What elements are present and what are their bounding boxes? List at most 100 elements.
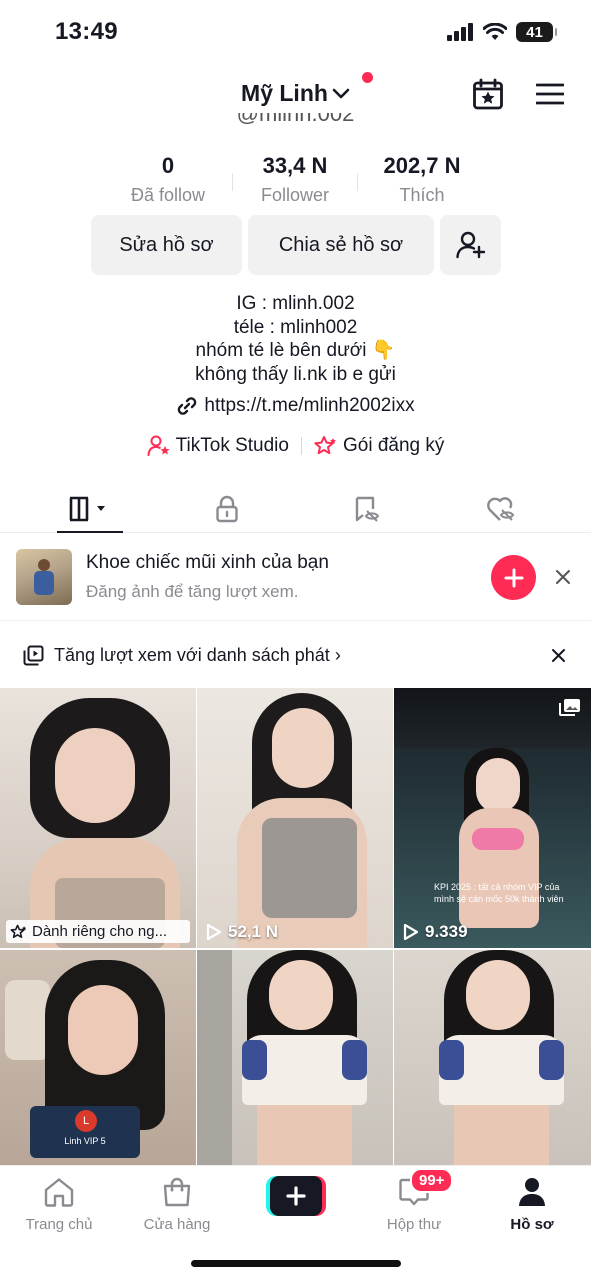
chat-avatar: L (75, 1110, 97, 1132)
hamburger-menu-icon (535, 83, 565, 105)
chat-name: Linh VIP 5 (64, 1136, 106, 1146)
playlist-text: Tăng lượt xem với danh sách phát › (54, 644, 341, 665)
wifi-icon (483, 23, 507, 40)
video-figure (272, 708, 334, 788)
video-thumbnail[interactable]: L Linh VIP 5 (0, 950, 196, 1166)
video-figure (476, 758, 520, 813)
home-icon (44, 1178, 74, 1207)
calendar-star-icon (473, 78, 503, 110)
video-figure (257, 1105, 352, 1166)
bookmark-hidden-icon (355, 496, 380, 522)
subscription-star-icon (10, 924, 27, 938)
shopping-bag-icon (163, 1177, 191, 1207)
tab-reposts[interactable] (317, 485, 417, 533)
exclusive-label: Dành riêng cho ng... (6, 920, 190, 943)
video-figure (454, 1105, 549, 1166)
promo-banner[interactable]: Khoe chiếc mũi xinh của bạn Đăng ảnh để … (0, 533, 591, 621)
home-indicator (191, 1260, 401, 1267)
bio-link-text: https://t.me/mlinh2002ixx (204, 395, 415, 416)
close-icon (552, 649, 565, 662)
video-figure (197, 950, 232, 1166)
bio-link[interactable]: https://t.me/mlinh2002ixx (0, 395, 591, 417)
link-icon (178, 397, 197, 415)
video-thumbnail[interactable]: Dành riêng cho ng... (0, 688, 196, 948)
bio-line: không thấy li.nk ib e gửi (195, 363, 396, 385)
add-friend-button[interactable] (440, 215, 501, 275)
video-figure (439, 1040, 464, 1080)
nav-profile[interactable]: Hồ sơ (482, 1174, 582, 1233)
video-figure (262, 818, 357, 918)
videos-grid-icon (69, 496, 105, 522)
video-figure (5, 980, 50, 1060)
video-figure (472, 828, 524, 850)
view-count: 52,1 N (206, 922, 278, 942)
tab-liked[interactable] (451, 485, 551, 533)
notification-dot (362, 72, 373, 83)
video-figure (242, 1040, 267, 1080)
promo-thumbnail (16, 549, 72, 605)
status-icons: 41 (447, 22, 557, 42)
chat-preview-card: L Linh VIP 5 (30, 1106, 140, 1158)
status-time: 13:49 (55, 18, 118, 45)
tab-videos[interactable] (40, 485, 140, 533)
person-star-icon (147, 435, 170, 456)
heart-hidden-icon (487, 497, 515, 521)
promo-subtitle: Đăng ảnh để tăng lượt xem. (86, 582, 299, 601)
status-bar: 13:49 41 (0, 0, 591, 66)
close-icon (556, 570, 570, 584)
promo-title: Khoe chiếc mũi xinh của bạn (86, 552, 329, 573)
add-user-icon (455, 231, 485, 259)
bio-line: IG : mlinh.002 (236, 293, 355, 314)
plus-icon (504, 568, 523, 587)
video-caption-overlay: KPI 2025 : tất cả nhóm VIP của mình sẽ c… (434, 882, 564, 904)
chevron-down-icon (332, 88, 350, 98)
play-icon (206, 923, 222, 941)
playlist-close-button[interactable] (551, 648, 566, 668)
battery-indicator: 41 (516, 22, 557, 42)
profile-handle: @mlinh.002 (236, 113, 355, 126)
playlist-prompt[interactable]: Tăng lượt xem với danh sách phát › (0, 632, 591, 678)
photo-mode-icon (559, 699, 580, 716)
subscription-star-icon (314, 436, 336, 455)
video-thumbnail[interactable]: 52,1 N (197, 688, 393, 948)
tab-private[interactable] (177, 485, 277, 533)
username: Mỹ Linh (241, 80, 328, 106)
promo-close-button[interactable] (555, 569, 571, 590)
video-figure (459, 808, 539, 928)
stat-following[interactable]: 0 Đã follow (98, 153, 238, 206)
create-button[interactable] (266, 1176, 326, 1216)
stat-followers[interactable]: 33,4 N Follower (225, 153, 365, 206)
playlist-icon (23, 645, 44, 665)
video-grid: Dành riêng cho ng... 52,1 N KPI 2025 : t… (0, 688, 591, 1166)
calendar-button[interactable] (472, 78, 504, 115)
creator-tools: TikTok Studio Gói đăng ký (0, 435, 591, 457)
video-thumbnail[interactable] (197, 950, 393, 1166)
video-figure (539, 1040, 564, 1080)
tool-divider (300, 437, 302, 455)
promo-add-button[interactable] (491, 555, 536, 600)
video-thumbnail[interactable]: KPI 2025 : tất cả nhóm VIP của mình sẽ c… (394, 688, 591, 948)
inbox-badge: 99+ (410, 1168, 454, 1193)
edit-profile-button[interactable]: Sửa hồ sơ (91, 215, 242, 275)
chevron-right-icon: › (334, 644, 341, 665)
subscription-link[interactable]: Gói đăng ký (314, 435, 444, 457)
profile-tabs (0, 485, 591, 533)
profile-bio: IG : mlinh.002 téle : mlinh002 nhóm té l… (0, 292, 591, 386)
nav-shop[interactable]: Cửa hàng (127, 1174, 227, 1233)
lock-icon (216, 495, 238, 523)
stat-likes[interactable]: 202,7 N Thích (352, 153, 492, 206)
plus-icon (286, 1186, 306, 1206)
profile-actions: Sửa hồ sơ Chia sẻ hồ sơ (91, 215, 501, 275)
share-profile-button[interactable]: Chia sẻ hồ sơ (248, 215, 434, 275)
video-figure (55, 728, 135, 823)
video-figure (466, 960, 530, 1030)
nav-home[interactable]: Trang chủ (9, 1174, 109, 1233)
tiktok-studio-link[interactable]: TikTok Studio (147, 435, 289, 457)
bio-line: nhóm té lè bên dưới 👇 (195, 340, 396, 361)
video-figure (68, 985, 138, 1075)
signal-icon (447, 23, 473, 41)
play-icon (403, 923, 419, 941)
menu-button[interactable] (535, 82, 565, 111)
photo-badge (559, 698, 581, 721)
video-thumbnail[interactable] (394, 950, 591, 1166)
